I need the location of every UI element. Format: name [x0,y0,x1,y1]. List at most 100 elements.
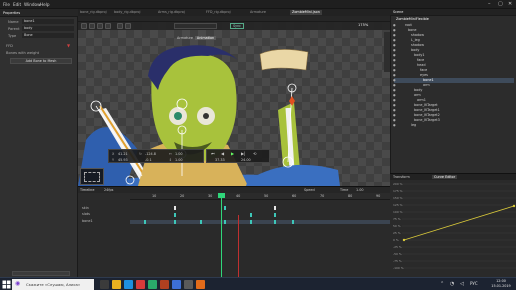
file-tab-active[interactable]: ZombieMini.json [290,10,322,15]
visibility-eye-icon[interactable]: ● [393,83,396,87]
file-explorer-icon[interactable] [112,280,121,289]
type-field[interactable]: Bone [22,33,74,38]
timeline-tab[interactable]: Timeline [80,188,94,192]
tree-item[interactable]: bone_IKTarget3 [414,118,440,123]
menu-window[interactable]: Window [24,2,41,7]
scale-x-value[interactable]: 1.00 [175,152,183,156]
scale-y-value[interactable]: 1.00 [175,158,183,162]
menu-help[interactable]: Help [40,2,50,7]
visibility-eye-icon[interactable]: ● [393,73,396,77]
visibility-eye-icon[interactable]: ● [393,58,396,62]
keyframe[interactable] [144,220,146,224]
navigator-box[interactable] [80,168,104,185]
file-tab[interactable]: body_rig.dbproj [114,10,140,15]
visibility-eye-icon[interactable]: ● [393,88,396,92]
keyframe[interactable] [224,206,226,210]
visibility-eye-icon[interactable]: ● [393,23,396,27]
properties-tab[interactable]: Properties [0,9,78,17]
visibility-eye-icon[interactable]: ● [393,103,396,107]
volume-icon[interactable]: ◁ [460,281,464,287]
taskbar-clock[interactable]: 12:00 15.01.2019 [488,279,514,289]
visibility-eye-icon[interactable]: ● [393,93,396,97]
task-view-icon[interactable] [100,280,109,289]
zoom-readout[interactable]: 175% [358,23,368,27]
keyframe[interactable] [174,213,176,217]
scene-tab[interactable]: Scene [393,10,403,14]
visibility-eye-icon[interactable]: ● [393,123,396,127]
dragonbones-icon[interactable] [160,280,169,289]
navigator-frame[interactable] [84,172,100,182]
skew-value[interactable]: -0.1 [145,158,152,162]
tree-item[interactable]: arm [423,83,430,88]
visibility-eye-icon[interactable]: ● [393,43,396,47]
bones-weight-checkbox[interactable]: Bones with weight [6,51,39,55]
y-value[interactable]: 45.93 [118,158,128,162]
menu-file[interactable]: File [3,2,10,7]
ik-tool-icon[interactable] [125,23,131,29]
visibility-eye-icon[interactable]: ● [393,108,396,112]
visibility-eye-icon[interactable]: ● [393,63,396,67]
file-tab[interactable]: Armature [250,10,266,15]
play-icon[interactable]: ▶ [231,151,234,156]
minimize-icon[interactable]: – [488,1,491,7]
app-icon[interactable] [184,280,193,289]
tab-transform[interactable]: Transform [393,175,410,179]
visibility-eye-icon[interactable]: ● [393,33,396,37]
visibility-eye-icon[interactable]: ● [393,113,396,117]
edge-browser-icon[interactable] [124,280,133,289]
app-icon[interactable] [196,280,205,289]
scale-tool-icon[interactable] [105,23,111,29]
next-frame-icon[interactable]: ▶| [241,151,245,156]
alice-assistant-icon[interactable]: ◉ [15,280,20,287]
playhead[interactable] [221,193,222,277]
track-slots[interactable]: slots [82,212,90,216]
time-value[interactable]: 1.00 [356,188,364,192]
keyframe[interactable] [274,206,276,210]
parent-field[interactable]: body [22,26,74,31]
fps-label[interactable]: 24fps [104,188,113,192]
keyframe[interactable] [292,220,294,224]
visibility-eye-icon[interactable]: ● [393,38,396,42]
file-tab[interactable]: Arms_rig.dbproj [158,10,185,15]
visibility-eye-icon[interactable]: ● [393,48,396,52]
prev-frame-icon[interactable]: ◀ [221,151,224,156]
keyframe[interactable] [250,213,252,217]
playhead-handle[interactable] [218,193,225,198]
tree-root[interactable]: ZombieMiniFlexible [396,17,429,22]
keyframe[interactable] [274,220,276,224]
windows-start-icon[interactable] [2,280,11,289]
tray-chevron-icon[interactable]: ⌃ [440,281,444,287]
add-bone-to-mesh-button[interactable]: Add Bone to Mesh [10,58,72,64]
current-time[interactable]: 37.33 [215,158,225,162]
select-tool-icon[interactable] [81,23,87,29]
file-tab[interactable]: bone_rig.dbproj [80,10,107,15]
visibility-eye-icon[interactable]: ● [393,28,396,32]
rewind-icon[interactable]: ⏮ [211,151,215,156]
keyframe[interactable] [274,213,276,217]
app-icon[interactable] [172,280,181,289]
rotation-value[interactable]: -124.8 [145,152,156,156]
keyframe[interactable] [250,220,252,224]
keyframe[interactable] [174,220,176,224]
curve-graph[interactable] [390,180,516,277]
close-icon[interactable]: ✕ [508,1,512,7]
visibility-eye-icon[interactable]: ● [393,98,396,102]
visibility-eye-icon[interactable]: ● [393,68,396,72]
move-tool-icon[interactable] [89,23,95,29]
network-icon[interactable]: ◔ [450,281,454,287]
keyframe[interactable] [224,220,226,224]
yandex-browser-icon[interactable] [136,280,145,289]
bone-tool-icon[interactable] [117,23,123,29]
keyframe[interactable] [174,206,176,210]
track-bone1[interactable]: bone1 [82,219,93,223]
sync-button[interactable]: Sync [230,23,244,29]
rotate-tool-icon[interactable] [97,23,103,29]
left-bottom-button[interactable] [12,271,70,276]
visibility-eye-icon[interactable]: ● [393,78,396,82]
loop-icon[interactable]: ⟲ [253,151,256,156]
app-icon[interactable] [148,280,157,289]
menu-edit[interactable]: Edit [13,2,21,7]
timeline-ruler[interactable]: 10 20 30 40 50 60 70 80 90 [130,193,390,200]
maximize-icon[interactable]: ▢ [498,1,503,7]
file-tab[interactable]: FFD_rig.dbproj [206,10,231,15]
